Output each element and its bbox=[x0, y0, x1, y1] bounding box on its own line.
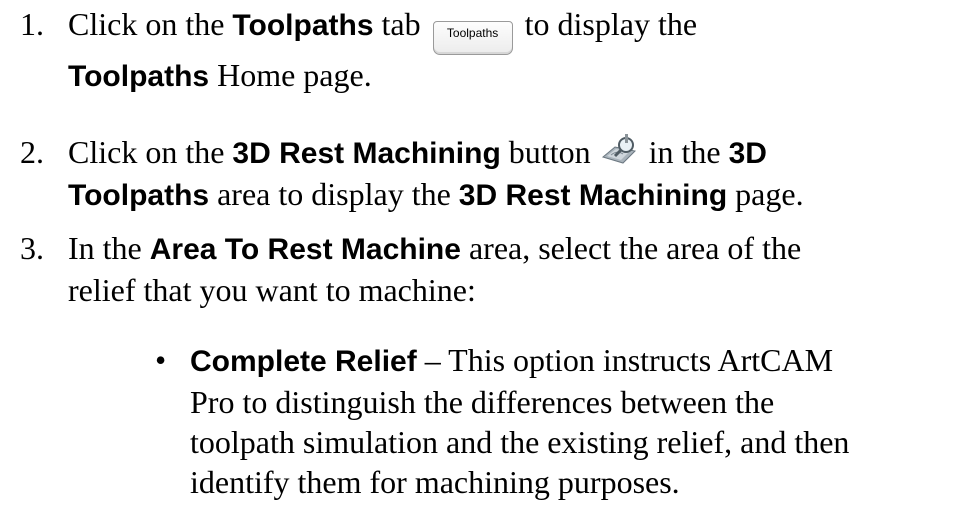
step-line: relief that you want to machine: bbox=[68, 270, 963, 310]
step-number: 3. bbox=[20, 230, 44, 266]
bold-text: Complete Relief bbox=[190, 345, 417, 378]
toolpaths-tab-button[interactable]: Toolpaths bbox=[432, 21, 513, 55]
text: In the bbox=[68, 230, 150, 266]
text: in the bbox=[640, 134, 729, 170]
step-text: Click on the 3D Rest Machining button in… bbox=[68, 132, 963, 216]
step-number: 2. bbox=[20, 134, 44, 170]
bullet-line: identify them for machining purposes. bbox=[190, 464, 680, 500]
step-line: Toolpaths Home page. bbox=[68, 55, 963, 97]
bullet-line: Pro to distinguish the differences betwe… bbox=[190, 384, 775, 420]
text: Home page. bbox=[209, 57, 372, 93]
bold-text: 3D bbox=[728, 137, 767, 170]
bullet-marker: • bbox=[155, 342, 167, 378]
text: button bbox=[500, 134, 599, 170]
bold-text: Toolpaths bbox=[68, 60, 210, 93]
step-text: In the Area To Rest Machine area, select… bbox=[68, 228, 963, 310]
text: area to display the bbox=[209, 176, 459, 212]
bold-text: 3D Rest Machining bbox=[458, 179, 728, 212]
bullet-text: Complete Relief – This option instructs … bbox=[190, 340, 963, 502]
step-text: Click on the Toolpaths tab Toolpaths to … bbox=[68, 4, 963, 97]
step-line: Click on the Toolpaths tab Toolpaths to … bbox=[68, 4, 963, 55]
text: to display the bbox=[516, 6, 698, 42]
text: tab bbox=[373, 6, 429, 42]
step-line: In the Area To Rest Machine area, select… bbox=[68, 228, 963, 270]
bullet-line: Complete Relief – This option instructs … bbox=[190, 340, 963, 382]
step-number: 1. bbox=[20, 6, 44, 42]
text: – This option instructs ArtCAM bbox=[416, 342, 834, 378]
step-line: Click on the 3D Rest Machining button in… bbox=[68, 132, 963, 174]
text: Click on the bbox=[68, 6, 233, 42]
bold-text: Toolpaths bbox=[232, 9, 374, 42]
bold-text: 3D Rest Machining bbox=[232, 137, 501, 170]
text: relief that you want to machine: bbox=[68, 272, 476, 308]
bullet-line: toolpath simulation and the existing rel… bbox=[190, 424, 850, 460]
text: Click on the bbox=[68, 134, 233, 170]
step-line: Toolpaths area to display the 3D Rest Ma… bbox=[68, 174, 963, 216]
text: page. bbox=[727, 176, 804, 212]
text: area, select the area of the bbox=[460, 230, 802, 266]
bold-text: Toolpaths bbox=[68, 179, 210, 212]
bold-text: Area To Rest Machine bbox=[149, 233, 461, 266]
3d-rest-machining-icon[interactable] bbox=[601, 133, 639, 167]
